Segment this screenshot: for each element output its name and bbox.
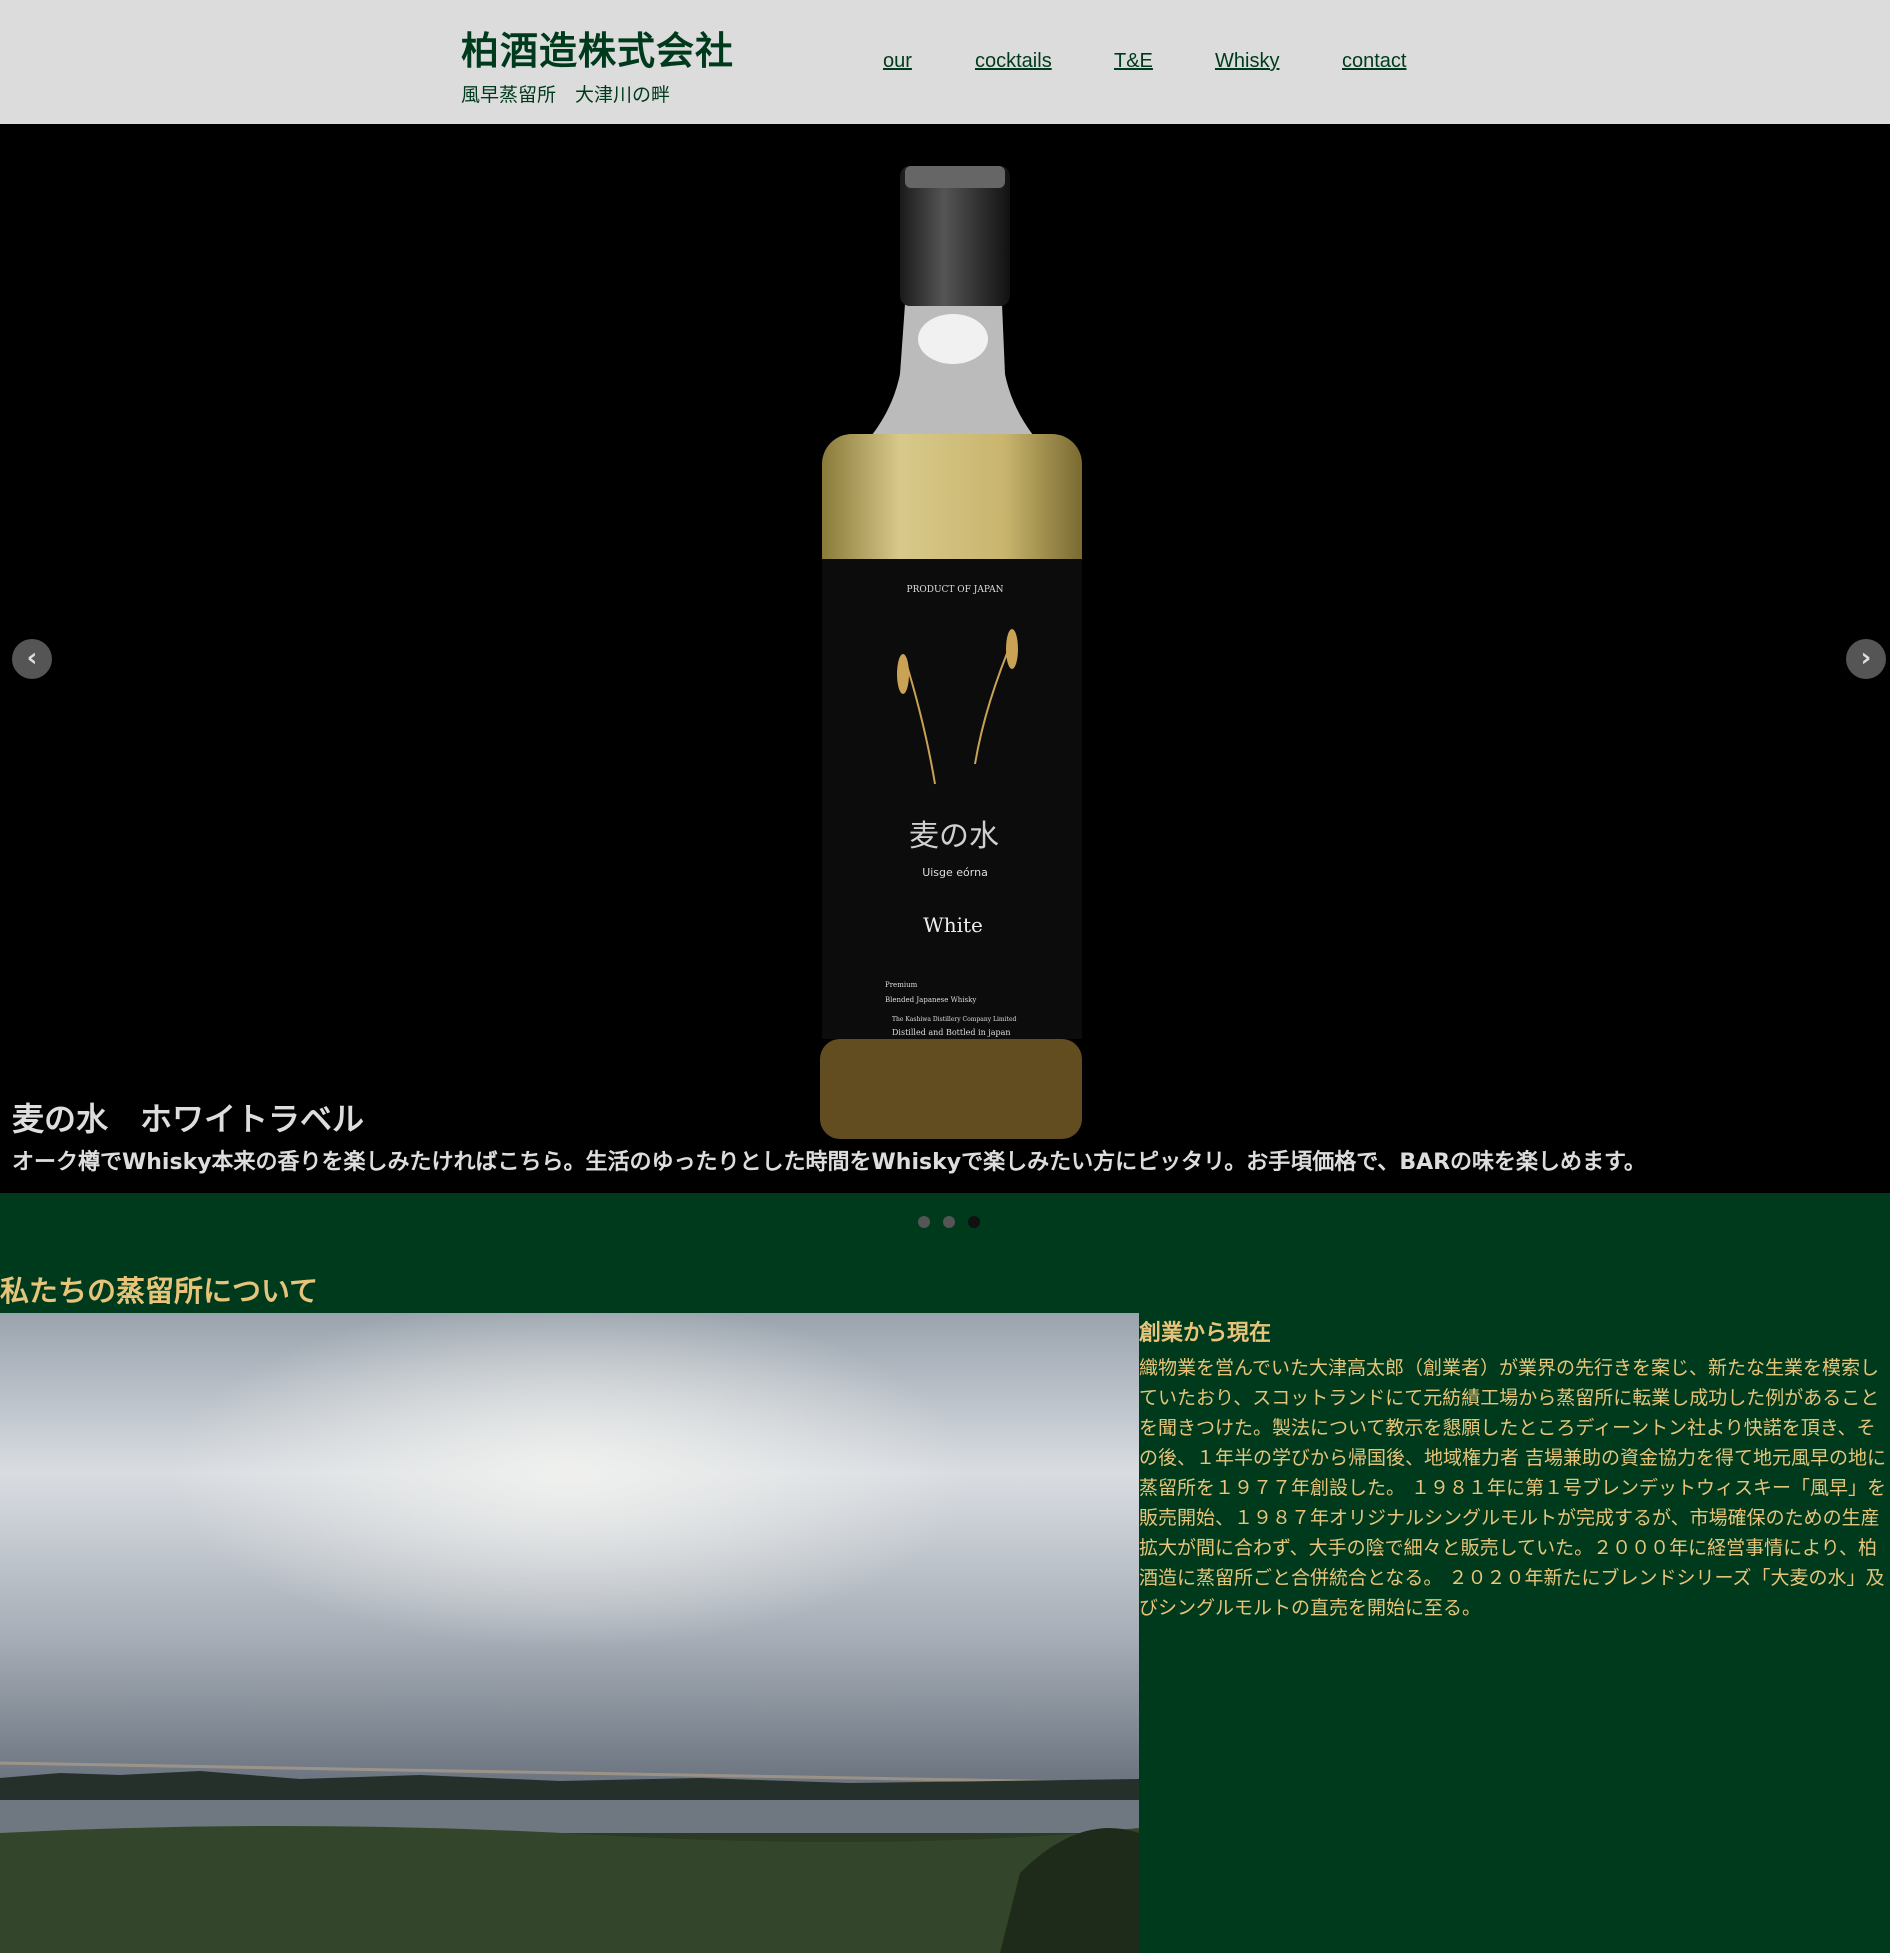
chevron-left-icon: ‹ <box>26 643 38 673</box>
nav-link-whisky[interactable]: Whisky <box>1215 50 1279 73</box>
label-name-jp: 麦の水 <box>909 819 999 854</box>
slider-next-button[interactable]: › <box>1846 639 1886 679</box>
nav-link-our[interactable]: our <box>883 50 912 73</box>
slider-dot-2[interactable] <box>943 1216 955 1228</box>
hero-slider: PRODUCT OF JAPAN 麦の水 Uisge eórna White P… <box>0 124 1890 1193</box>
slide-caption-title: 麦の水 ホワイトラベル <box>12 1100 365 1138</box>
nav-link-cocktails[interactable]: cocktails <box>975 50 1052 73</box>
site-title[interactable]: 柏酒造株式会社 <box>461 20 734 75</box>
about-article: 創業から現在 織物業を営んでいた大津高太郎（創業者）が業界の先行きを案じ、新たな… <box>1139 1313 1890 1623</box>
chevron-right-icon: › <box>1860 643 1872 673</box>
site-subtitle: 風早蒸留所 大津川の畔 <box>461 84 671 106</box>
article-title: 創業から現在 <box>1139 1321 1272 1346</box>
site-header: 柏酒造株式会社 風早蒸留所 大津川の畔 our cocktails T&E Wh… <box>0 0 1890 124</box>
label-blend: Blended Japanese Whisky <box>885 996 976 1004</box>
nav-link-te[interactable]: T&E <box>1114 50 1153 73</box>
label-product-of: PRODUCT OF JAPAN <box>907 585 1004 595</box>
label-variant: White <box>923 913 983 937</box>
label-bottled: Distilled and Bottled in japan <box>892 1028 1011 1037</box>
label-name-latin: Uisge eórna <box>922 866 988 879</box>
slide-caption-text: オーク樽でWhisky本来の香りを楽しみたければこちら。生活のゆったりとした時間… <box>12 1150 1646 1175</box>
slider-dot-1[interactable] <box>918 1216 930 1228</box>
nav-link-contact[interactable]: contact <box>1342 50 1406 73</box>
label-premium: Premium <box>885 981 918 989</box>
whisky-bottle-image: PRODUCT OF JAPAN 麦の水 Uisge eórna White P… <box>820 166 1082 1139</box>
article-body: 織物業を営んでいた大津高太郎（創業者）が業界の先行きを案じ、新たな生業を模索して… <box>1139 1357 1887 1619</box>
label-company: The Kashiwa Distillery Company Limited <box>892 1016 1017 1023</box>
slider-prev-button[interactable]: ‹ <box>12 639 52 679</box>
lake-landscape-photo <box>0 1313 1139 1953</box>
slider-dot-3[interactable] <box>968 1216 980 1228</box>
about-heading: 私たちの蒸留所について <box>0 1274 319 1308</box>
slider-indicators <box>0 1216 1890 1230</box>
